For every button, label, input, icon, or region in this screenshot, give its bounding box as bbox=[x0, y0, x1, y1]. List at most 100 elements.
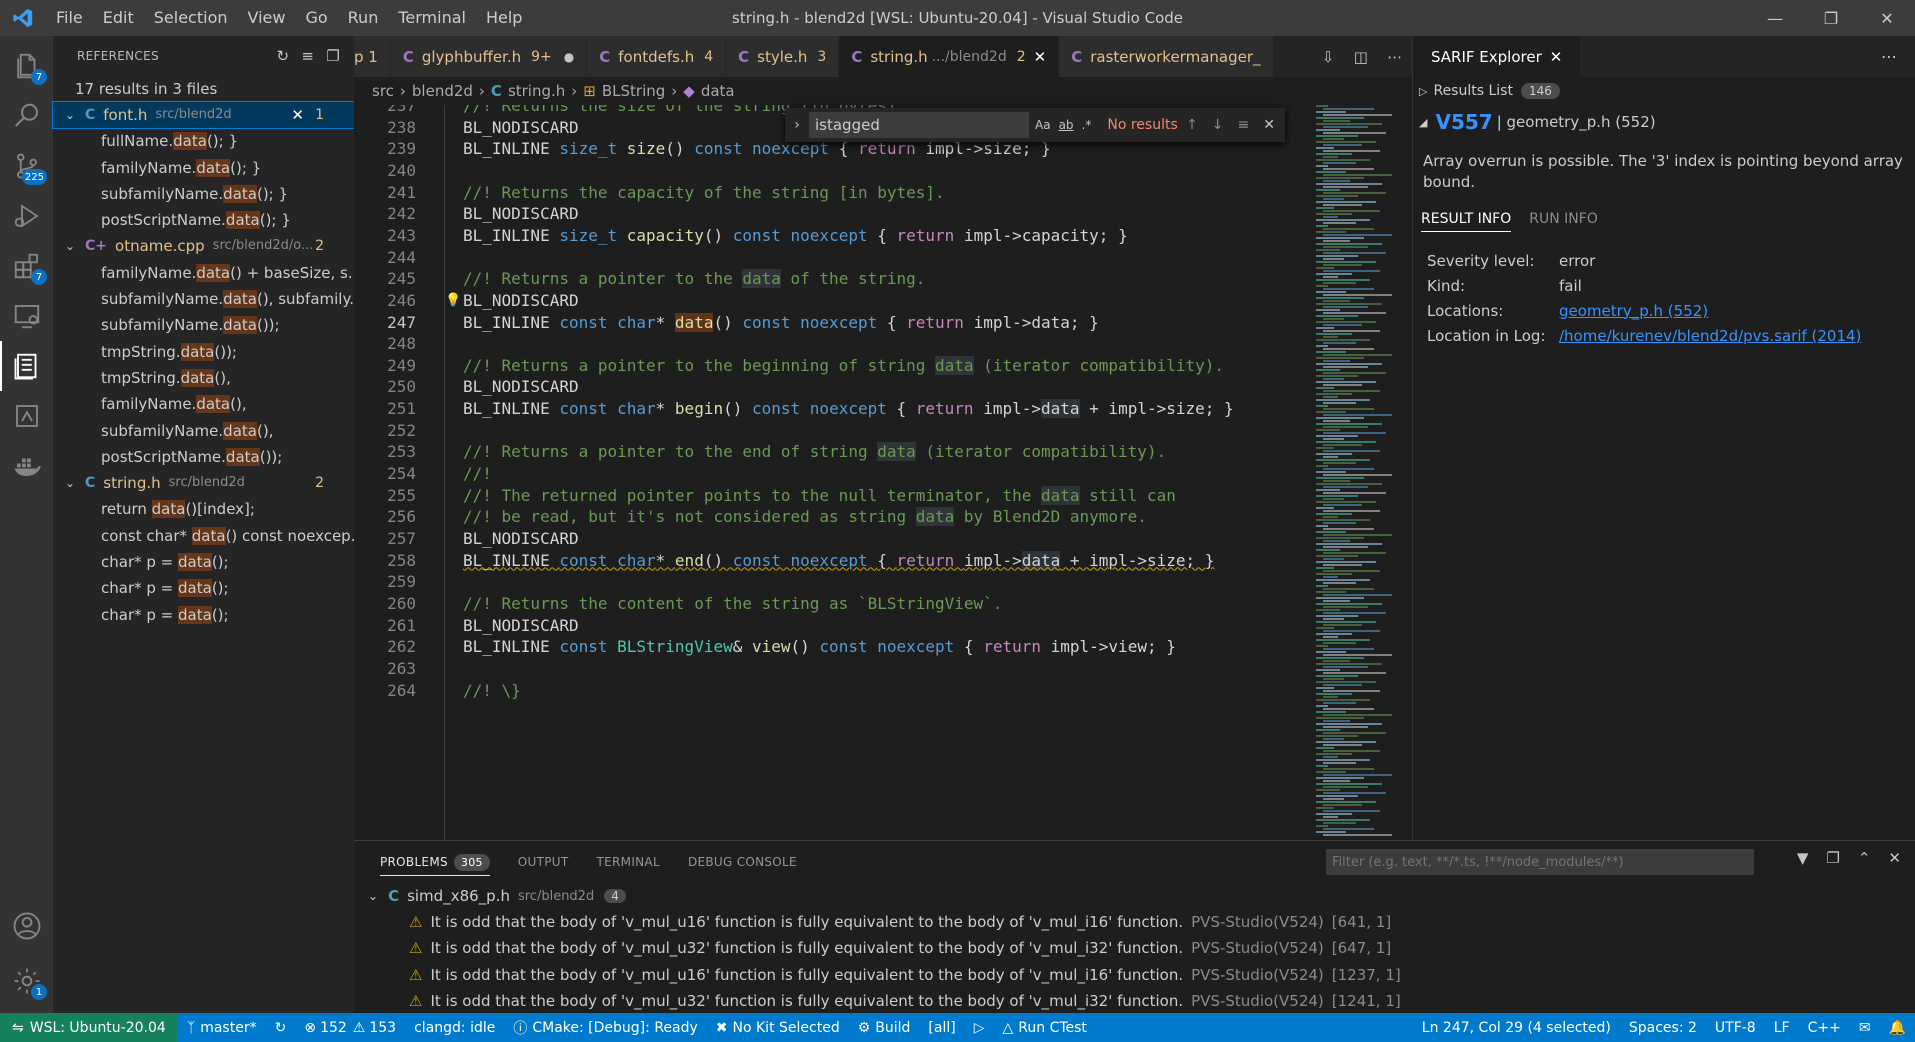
tab-output[interactable]: OUTPUT bbox=[518, 855, 569, 869]
match-case-icon[interactable]: Aa bbox=[1035, 118, 1051, 132]
editor-tab[interactable]: Cstring.h .../blend2d 2 ✕ bbox=[839, 36, 1060, 77]
more-actions-icon[interactable]: ⋯ bbox=[1387, 48, 1402, 66]
previous-match-icon[interactable]: ↑ bbox=[1186, 117, 1198, 133]
reference-match[interactable]: char* p = data(); bbox=[53, 549, 354, 575]
line-ending[interactable]: LF bbox=[1765, 1020, 1799, 1036]
tab-debug-console[interactable]: DEBUG CONSOLE bbox=[688, 855, 797, 869]
reference-file[interactable]: ⌄ Cstring.h src/blend2d 2 bbox=[53, 470, 354, 496]
reference-file[interactable]: ⌄ Cfont.h src/blend2d ✕ 1 bbox=[52, 100, 355, 130]
editor-tab[interactable]: Cfontdefs.h 4 bbox=[587, 36, 727, 77]
tab-result-info[interactable]: RESULT INFO bbox=[1421, 211, 1512, 232]
run-icon[interactable]: ▷ bbox=[965, 1020, 994, 1036]
find-in-selection-icon[interactable]: ≡ bbox=[1238, 117, 1250, 133]
breadcrumb-src[interactable]: src bbox=[372, 82, 394, 100]
tab-terminal[interactable]: TERMINAL bbox=[597, 855, 660, 869]
remote-explorer-icon[interactable] bbox=[0, 291, 53, 341]
reference-match[interactable]: tmpString.data(), bbox=[53, 365, 354, 391]
cursor-position[interactable]: Ln 247, Col 29 (4 selected) bbox=[1413, 1020, 1620, 1036]
code-line[interactable]: 264 //! \} bbox=[354, 678, 1312, 704]
close-sarif-icon[interactable]: ✕ bbox=[1550, 48, 1563, 66]
ctest-button[interactable]: △ Run CTest bbox=[994, 1020, 1096, 1036]
tab-run-info[interactable]: RUN INFO bbox=[1529, 211, 1598, 232]
reference-match[interactable]: const char* data() const noexcep... bbox=[53, 523, 354, 549]
reference-file[interactable]: ⌄ C+ otname.cpp src/blend2d/o... 2 bbox=[53, 233, 354, 259]
editor-tab[interactable]: Cglyphbuffer.h 9+ ● bbox=[390, 36, 588, 77]
branch-status[interactable]: ᛉ master* bbox=[178, 1020, 266, 1036]
collapse-all-problems-icon[interactable]: ❐ bbox=[1826, 849, 1839, 867]
menu-selection[interactable]: Selection bbox=[144, 0, 238, 36]
whole-word-icon[interactable]: ab bbox=[1059, 118, 1074, 132]
menu-file[interactable]: File bbox=[46, 0, 93, 36]
results-list-toggle[interactable]: ▷ Results List 146 bbox=[1413, 77, 1915, 105]
breadcrumb-method[interactable]: data bbox=[701, 82, 735, 100]
reference-match[interactable]: fullName.data(); } bbox=[53, 128, 354, 154]
dismiss-icon[interactable]: ✕ bbox=[291, 102, 304, 128]
reference-match[interactable]: subfamilyName.data(); } bbox=[53, 181, 354, 207]
clangd-status[interactable]: clangd: idle bbox=[405, 1020, 504, 1036]
reference-match[interactable]: subfamilyName.data(), subfamily... bbox=[53, 286, 354, 312]
code-editor[interactable]: 237//! Returns the size of the string [i… bbox=[354, 105, 1312, 840]
breadcrumb-blend2d[interactable]: blend2d bbox=[412, 82, 473, 100]
menu-run[interactable]: Run bbox=[338, 0, 389, 36]
split-editor-icon[interactable]: ◫ bbox=[1354, 48, 1368, 66]
reference-match[interactable]: char* p = data(); bbox=[53, 602, 354, 628]
minimize-icon[interactable]: — bbox=[1747, 0, 1803, 36]
reference-match[interactable]: familyName.data(); } bbox=[53, 155, 354, 181]
settings-gear-icon[interactable]: 1 bbox=[0, 956, 53, 1006]
reference-match[interactable]: tmpString.data()); bbox=[53, 339, 354, 365]
references-view-icon[interactable] bbox=[0, 341, 53, 391]
sarif-more-icon[interactable]: ⋯ bbox=[1881, 47, 1915, 66]
notifications-icon[interactable]: 🔔 bbox=[1880, 1020, 1915, 1036]
extensions-icon[interactable]: 7 bbox=[0, 241, 53, 291]
filter-icon[interactable]: ▼ bbox=[1797, 849, 1809, 867]
cmake-status[interactable]: ⓘ CMake: [Debug]: Ready bbox=[504, 1018, 706, 1038]
problems-file-group[interactable]: ⌄ C simd_x86_p.h src/blend2d 4 bbox=[354, 883, 1915, 909]
clear-all-icon[interactable]: ≡ bbox=[301, 47, 314, 65]
indentation[interactable]: Spaces: 2 bbox=[1620, 1020, 1706, 1036]
explorer-icon[interactable]: 7 bbox=[0, 41, 53, 91]
reference-match[interactable]: postScriptName.data(); } bbox=[53, 207, 354, 233]
refresh-icon[interactable]: ↻ bbox=[277, 47, 290, 65]
search-icon[interactable] bbox=[0, 91, 53, 141]
result-rule-header[interactable]: ◢ V557 | geometry_p.h (552) bbox=[1413, 105, 1915, 139]
language-mode[interactable]: C++ bbox=[1799, 1020, 1850, 1036]
close-window-icon[interactable]: ✕ bbox=[1859, 0, 1915, 36]
collapse-all-icon[interactable]: ❐ bbox=[326, 47, 340, 65]
menu-help[interactable]: Help bbox=[476, 0, 532, 36]
close-panel-icon[interactable]: ✕ bbox=[1888, 849, 1901, 867]
build-button[interactable]: ⚙ Build bbox=[849, 1020, 920, 1036]
build-target[interactable]: [all] bbox=[919, 1020, 964, 1036]
next-match-icon[interactable]: ↓ bbox=[1212, 117, 1224, 133]
reference-match[interactable]: postScriptName.data()); bbox=[53, 444, 354, 470]
close-tab-icon[interactable]: ✕ bbox=[1034, 48, 1047, 66]
source-control-icon[interactable]: 225 bbox=[0, 141, 53, 191]
open-changes-icon[interactable]: ⇩ bbox=[1322, 48, 1335, 66]
minimap[interactable] bbox=[1312, 105, 1412, 840]
restore-icon[interactable]: ❐ bbox=[1803, 0, 1859, 36]
editor-tab[interactable]: Crasterworkermanager_ bbox=[1059, 36, 1274, 77]
feedback-icon[interactable]: ✉ bbox=[1850, 1020, 1880, 1036]
encoding[interactable]: UTF-8 bbox=[1706, 1020, 1765, 1036]
regex-icon[interactable]: .* bbox=[1082, 118, 1092, 132]
log-location-link[interactable]: /home/kurenev/blend2d/pvs.sarif (2014) bbox=[1559, 327, 1861, 345]
run-debug-icon[interactable] bbox=[0, 191, 53, 241]
editor-tab[interactable]: Cstyle.h 3 bbox=[726, 36, 840, 77]
reference-match[interactable]: familyName.data(), bbox=[53, 391, 354, 417]
problem-item[interactable]: ⚠ It is odd that the body of 'v_mul_u16' … bbox=[354, 962, 1915, 988]
sarif-explorer-icon[interactable] bbox=[0, 391, 53, 441]
menu-terminal[interactable]: Terminal bbox=[388, 0, 476, 36]
menu-view[interactable]: View bbox=[238, 0, 296, 36]
reference-match[interactable]: char* p = data(); bbox=[53, 575, 354, 601]
sync-icon[interactable]: ↻ bbox=[266, 1020, 296, 1036]
accounts-icon[interactable] bbox=[0, 901, 53, 951]
remote-indicator[interactable]: ⇋ WSL: Ubuntu-20.04 bbox=[0, 1013, 178, 1042]
docker-icon[interactable] bbox=[0, 441, 53, 491]
breadcrumb-class[interactable]: BLString bbox=[602, 82, 665, 100]
maximize-panel-icon[interactable]: ⌃ bbox=[1858, 849, 1871, 867]
editor-tab[interactable]: p 1 bbox=[354, 36, 391, 77]
breadcrumb-file[interactable]: string.h bbox=[508, 82, 565, 100]
reference-match[interactable]: subfamilyName.data(), bbox=[53, 418, 354, 444]
problems-filter-input[interactable] bbox=[1326, 849, 1754, 875]
problem-item[interactable]: ⚠ It is odd that the body of 'v_mul_u16' … bbox=[354, 909, 1915, 935]
reference-match[interactable]: subfamilyName.data()); bbox=[53, 312, 354, 338]
